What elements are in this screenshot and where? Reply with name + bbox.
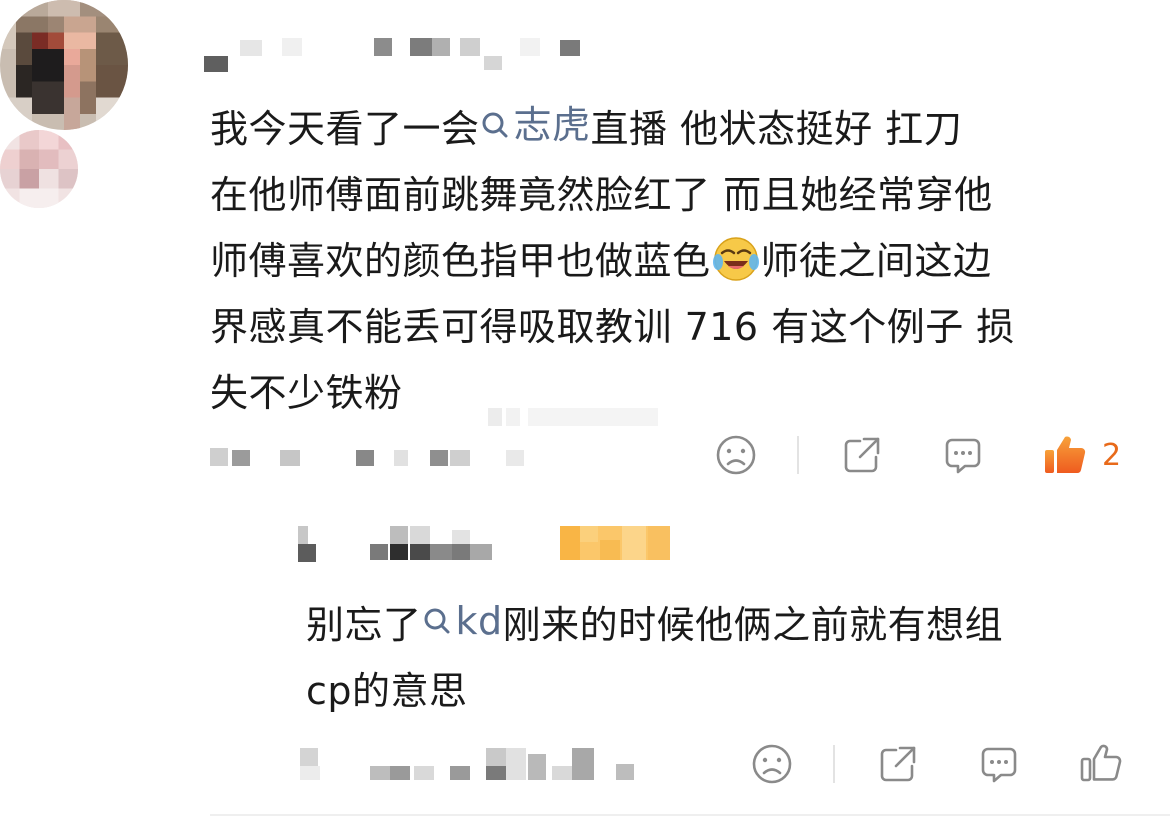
username-blurred[interactable] (204, 34, 594, 74)
like-filled-icon (1045, 436, 1086, 474)
share-icon (880, 746, 916, 782)
topic-link-label[interactable]: 志虎 (514, 92, 591, 158)
avatar[interactable] (0, 0, 128, 130)
search-icon (482, 112, 508, 138)
user-badge (560, 526, 670, 560)
blurred-overlay (488, 404, 688, 430)
comment-meta-blurred (210, 440, 530, 470)
reply-line: 别忘了 kd 刚来的时候他俩之前就有想组 (306, 588, 1136, 658)
share-button[interactable] (876, 742, 920, 786)
comment-line: 在他师傅面前跳舞竟然脸红了 而且她经常穿他 (210, 173, 993, 217)
avatar[interactable] (0, 130, 78, 208)
dislike-button[interactable] (714, 433, 758, 477)
like-outline-icon (1080, 744, 1122, 782)
like-button[interactable] (1078, 740, 1124, 786)
comment-icon (945, 438, 981, 474)
reply-line: cp的意思 (306, 669, 468, 713)
comment-text-segment: 师傅喜欢的颜色指甲也做蓝色 (210, 239, 711, 283)
like-count: 2 (1102, 437, 1122, 473)
comment-line: 师傅喜欢的颜色指甲也做蓝色 师徒之间这边 (210, 228, 1140, 294)
comment-button[interactable] (977, 742, 1021, 786)
topic-link-label[interactable]: kd (456, 588, 503, 654)
laughing-crying-emoji (712, 237, 759, 281)
action-divider (833, 745, 835, 783)
comment-line: 界感真不能丢可得吸取教训 716 有这个例子 损 (210, 305, 1015, 349)
share-icon (844, 437, 880, 473)
like-button[interactable]: 2 (1042, 430, 1132, 480)
comment-body: 我今天看了一会 志虎 直播 他状态挺好 扛刀 在他师傅面前跳舞竟然脸红了 而且她经常… (210, 92, 1140, 426)
reply-text-segment: 刚来的时候他俩之前就有想组 (502, 603, 1004, 647)
reply-meta-blurred (300, 744, 640, 784)
topic-link[interactable]: 志虎 (480, 92, 591, 158)
search-icon (424, 608, 450, 634)
comment-icon (981, 747, 1017, 783)
comment-button[interactable] (941, 433, 985, 477)
reply-body: 别忘了 kd 刚来的时候他俩之前就有想组 cp的意思 (306, 588, 1136, 724)
comment-text-segment: 直播 他状态挺好 扛刀 (590, 107, 963, 151)
reply-text-segment: 别忘了 (306, 603, 422, 647)
share-button[interactable] (840, 433, 884, 477)
divider-line (210, 814, 1170, 816)
comment-text-segment: 师徒之间这边 (760, 239, 992, 283)
dislike-button[interactable] (750, 742, 794, 786)
comment-text-segment: 我今天看了一会 (210, 107, 480, 151)
sad-face-icon (716, 435, 756, 475)
topic-link[interactable]: kd (422, 588, 503, 654)
sad-face-icon (752, 744, 792, 784)
comment-line: 我今天看了一会 志虎 直播 他状态挺好 扛刀 (210, 92, 1140, 162)
action-divider (797, 436, 799, 474)
